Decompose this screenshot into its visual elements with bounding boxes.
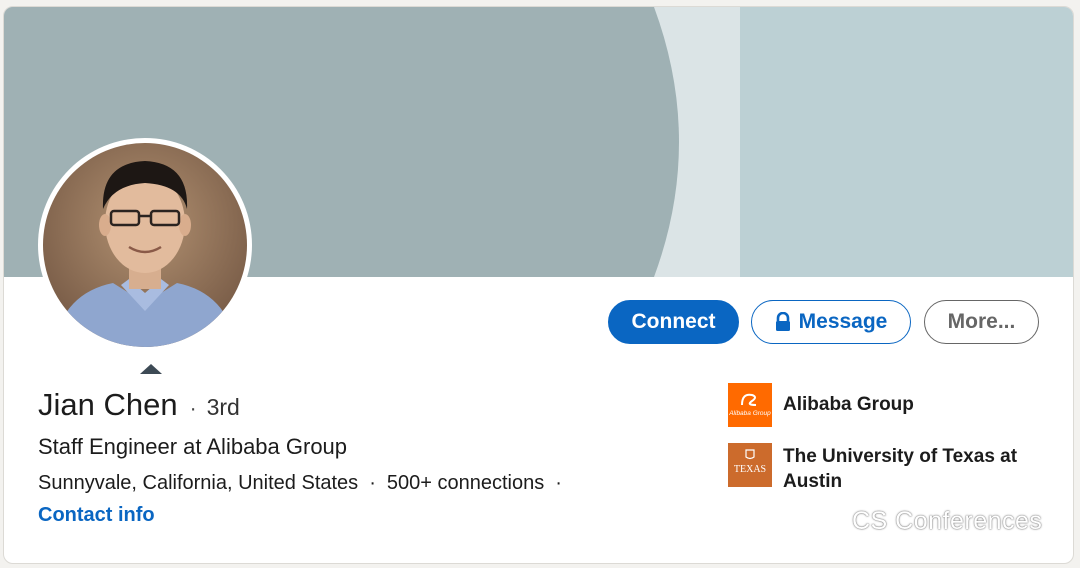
more-button[interactable]: More... [924,300,1039,344]
wechat-icon [804,505,844,537]
profile-headline: Staff Engineer at Alibaba Group [38,434,348,459]
message-button[interactable]: Message [751,300,911,344]
svg-text:TEXAS: TEXAS [734,464,766,475]
connect-button[interactable]: Connect [608,300,739,344]
separator-dot: · [555,472,562,494]
profile-name: Jian Chen [38,387,178,422]
name-row: Jian Chen · 3rd [38,387,240,423]
alibaba-logo-icon: Alibaba Group [728,383,772,427]
watermark-text: CS Conferences [852,506,1043,535]
separator-dot: · [369,472,376,494]
org-ut-austin[interactable]: TEXAS The University of Texas at Austin [728,443,1033,494]
org-name: Alibaba Group [783,394,914,415]
message-button-label: Message [798,310,888,333]
photo-caret-indicator [140,364,162,374]
org-name: The University of Texas at Austin [783,446,1018,492]
lock-icon [775,312,791,332]
degree-separator: · [189,397,197,420]
ut-austin-logo-icon: TEXAS [728,443,772,487]
watermark: CS Conferences [804,505,1042,537]
location-row: Sunnyvale, California, United States · 5… [38,472,573,495]
org-alibaba[interactable]: Alibaba Group Alibaba Group [728,383,914,427]
profile-photo[interactable] [38,138,252,352]
connection-degree: 3rd [206,394,240,420]
contact-info-link[interactable]: Contact info [38,504,155,527]
svg-text:Alibaba Group: Alibaba Group [728,410,771,417]
profile-location: Sunnyvale, California, United States [38,472,359,494]
profile-card: Connect Message More... Jian Chen · 3rd … [3,6,1074,564]
connections-count: 500+ connections [386,472,545,494]
